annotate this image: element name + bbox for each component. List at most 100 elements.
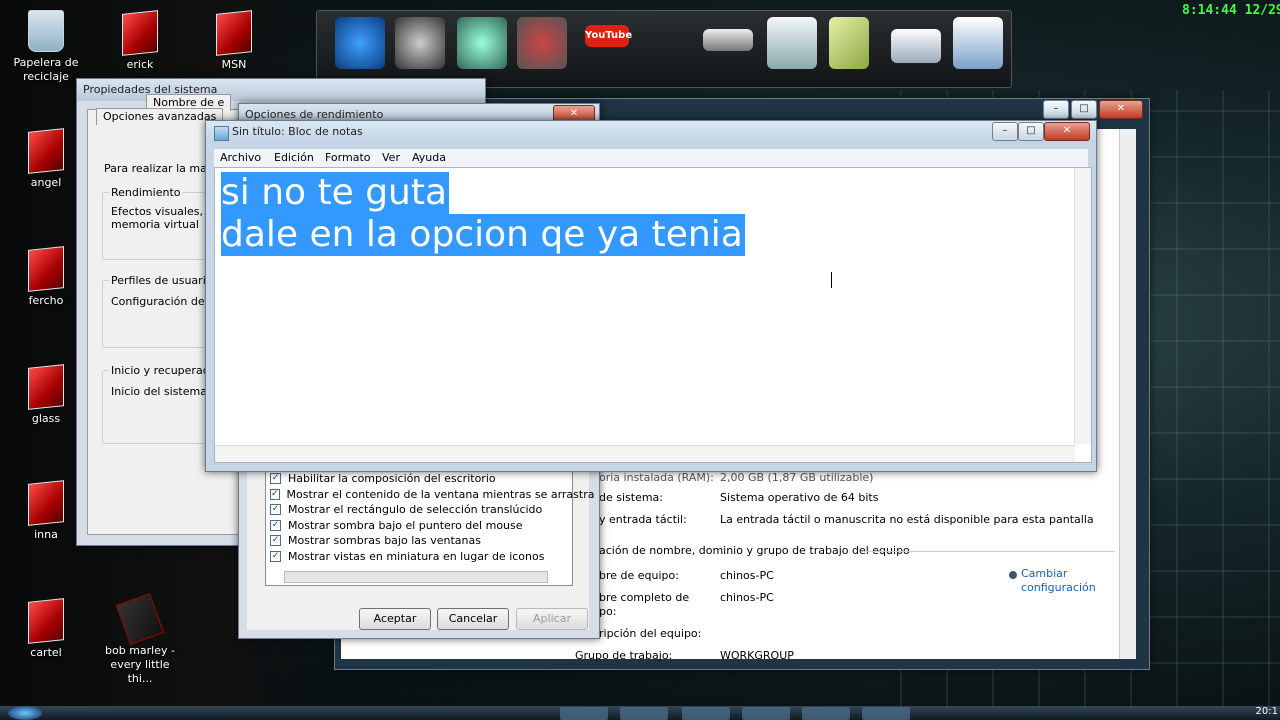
window-title: Propiedades del sistema [77, 79, 485, 101]
menu-ver[interactable]: Ver [382, 151, 400, 164]
globe-icon[interactable] [457, 17, 507, 69]
menu-edicion[interactable]: Edición [274, 151, 314, 164]
checkbox[interactable]: ✓ [270, 473, 281, 485]
desktop-icon-recycle-bin[interactable]: Papelera de reciclaje [6, 10, 86, 84]
maximize-button[interactable]: □ [1071, 100, 1097, 119]
messenger-icon[interactable] [517, 17, 567, 69]
visual-effects-list: ✓ Habilitar la composición del escritorio… [265, 470, 594, 586]
full-name-label-2: po: [599, 605, 617, 618]
list-item[interactable]: ✓ Mostrar sombra bajo el puntero del mous… [266, 518, 572, 534]
desktop-icon-msn[interactable]: MSN [194, 10, 274, 72]
workgroup-label: Grupo de trabajo: [575, 649, 673, 662]
selected-text-line: dale en la opcion qe ya tenia [221, 214, 745, 256]
taskbar-clock: 20:1 [1255, 706, 1278, 717]
maximize-button[interactable]: □ [1018, 122, 1044, 141]
computer-name-label: bre de equipo: [599, 569, 679, 582]
notepad-icon [214, 126, 229, 141]
desktop-icon-label: cartel [30, 646, 62, 659]
checkbox[interactable]: ✓ [270, 550, 281, 562]
checkbox[interactable]: ✓ [270, 488, 280, 500]
checkbox[interactable]: ✓ [270, 504, 281, 516]
minimize-button[interactable]: – [992, 122, 1018, 141]
itunes-icon[interactable] [767, 17, 817, 69]
menu-formato[interactable]: Formato [325, 151, 371, 164]
desktop-icon-bob-marley[interactable]: bob marley - every little thi... [100, 593, 180, 686]
desktop-icon-inna[interactable]: inna [6, 480, 86, 542]
notes-icon[interactable] [829, 17, 869, 69]
dock: YouTube [316, 10, 1012, 88]
checkbox[interactable]: ✓ [270, 535, 281, 547]
change-settings-link-2[interactable]: configuración [1021, 581, 1096, 594]
youtube-icon[interactable]: YouTube [585, 25, 632, 47]
red-folder-icon [28, 246, 64, 292]
group-text: memoria virtual [111, 218, 199, 231]
cancel-button[interactable]: Cancelar [437, 608, 509, 630]
list-item[interactable]: ✓ Mostrar el contenido de la ventana mien… [266, 487, 594, 503]
checkbox-label: Mostrar el contenido de la ventana mient… [286, 487, 595, 501]
text-editor[interactable]: si no te guta dale en la opcion qe ya te… [214, 167, 1092, 463]
taskbar-item[interactable] [620, 707, 668, 720]
headphones-icon[interactable] [335, 17, 385, 69]
menu-bar: Archivo Edición Formato Ver Ayuda [214, 149, 1088, 168]
browser-icon[interactable] [953, 17, 1003, 69]
start-button[interactable] [8, 706, 42, 720]
red-folder-icon [216, 10, 252, 56]
desktop-icon-label: reciclaje [23, 70, 69, 83]
touch-value: La entrada táctil o manuscrita no está d… [720, 513, 1094, 526]
desktop-icon-glass[interactable]: glass [6, 364, 86, 426]
text-cursor-icon [831, 272, 832, 288]
computer-name-value: chinos-PC [720, 569, 774, 582]
menu-ayuda[interactable]: Ayuda [412, 151, 446, 164]
ram-value: 2,00 GB (1,87 GB utilizable) [720, 471, 874, 484]
window-icon[interactable] [891, 29, 941, 63]
desktop-icon-label: Papelera de [13, 56, 79, 69]
change-settings-link[interactable]: Cambiar [1021, 567, 1067, 580]
checkbox-label: Habilitar la composición del escritorio [288, 472, 496, 486]
list-item[interactable]: ✓ Mostrar vistas en miniatura en lugar de… [266, 549, 572, 565]
desktop-icon-label: glass [31, 412, 61, 425]
horizontal-scrollbar[interactable] [215, 445, 1075, 462]
clock-readout: 8:14:44 12/29/ [1182, 3, 1280, 18]
notepad-window: Sin título: Bloc de notas – □ ✕ Archivo … [205, 120, 1097, 472]
menu-archivo[interactable]: Archivo [220, 151, 261, 164]
apply-button[interactable]: Aplicar [516, 608, 588, 630]
checkbox-label: Mostrar el rectángulo de selección trans… [288, 503, 543, 517]
music-file-icon [115, 593, 165, 645]
turntable-icon[interactable] [395, 17, 445, 69]
checkbox[interactable]: ✓ [270, 519, 281, 531]
red-folder-icon [28, 598, 64, 644]
minimize-button[interactable]: – [1043, 100, 1069, 119]
red-folder-icon [28, 480, 64, 526]
list-item[interactable]: ✓ Mostrar sombras bajo las ventanas [266, 533, 572, 549]
taskbar-item[interactable] [560, 707, 608, 720]
desktop-icon-label: every little thi... [110, 658, 170, 685]
printer-icon[interactable] [703, 29, 753, 51]
close-button[interactable]: ✕ [1099, 100, 1143, 119]
red-folder-icon [122, 10, 158, 56]
horizontal-scrollbar[interactable] [284, 571, 548, 583]
description-label: ripción del equipo: [599, 627, 702, 640]
desktop-icon-fercho[interactable]: fercho [6, 246, 86, 308]
taskbar-item[interactable] [682, 707, 730, 720]
desktop-icon-cartel[interactable]: cartel [6, 598, 86, 660]
scrollbar[interactable] [1119, 129, 1136, 659]
system-type-value: Sistema operativo de 64 bits [720, 491, 879, 504]
shield-icon [1009, 571, 1017, 579]
desktop-icon-angel[interactable]: angel [6, 128, 86, 190]
window-title: Sin título: Bloc de notas [206, 121, 1096, 143]
vertical-scrollbar[interactable] [1074, 168, 1091, 444]
desktop-icon-erick[interactable]: erick [100, 10, 180, 72]
checkbox-label: Mostrar vistas en miniatura en lugar de … [288, 549, 545, 563]
taskbar-item[interactable] [862, 707, 910, 720]
list-item[interactable]: ✓ Habilitar la composición del escritorio [266, 471, 572, 487]
list-item[interactable]: ✓ Mostrar el rectángulo de selección tran… [266, 502, 572, 518]
taskbar-item[interactable] [742, 707, 790, 720]
taskbar-item[interactable] [802, 707, 850, 720]
checkbox-label: Mostrar sombras bajo las ventanas [288, 534, 481, 548]
close-button[interactable]: ✕ [1044, 122, 1090, 141]
desktop-icon-label: MSN [221, 58, 247, 71]
touch-label: y entrada táctil: [599, 513, 687, 526]
recycle-bin-icon [28, 10, 64, 52]
accept-button[interactable]: Aceptar [359, 608, 431, 630]
workgroup-value: WORKGROUP [720, 649, 794, 662]
